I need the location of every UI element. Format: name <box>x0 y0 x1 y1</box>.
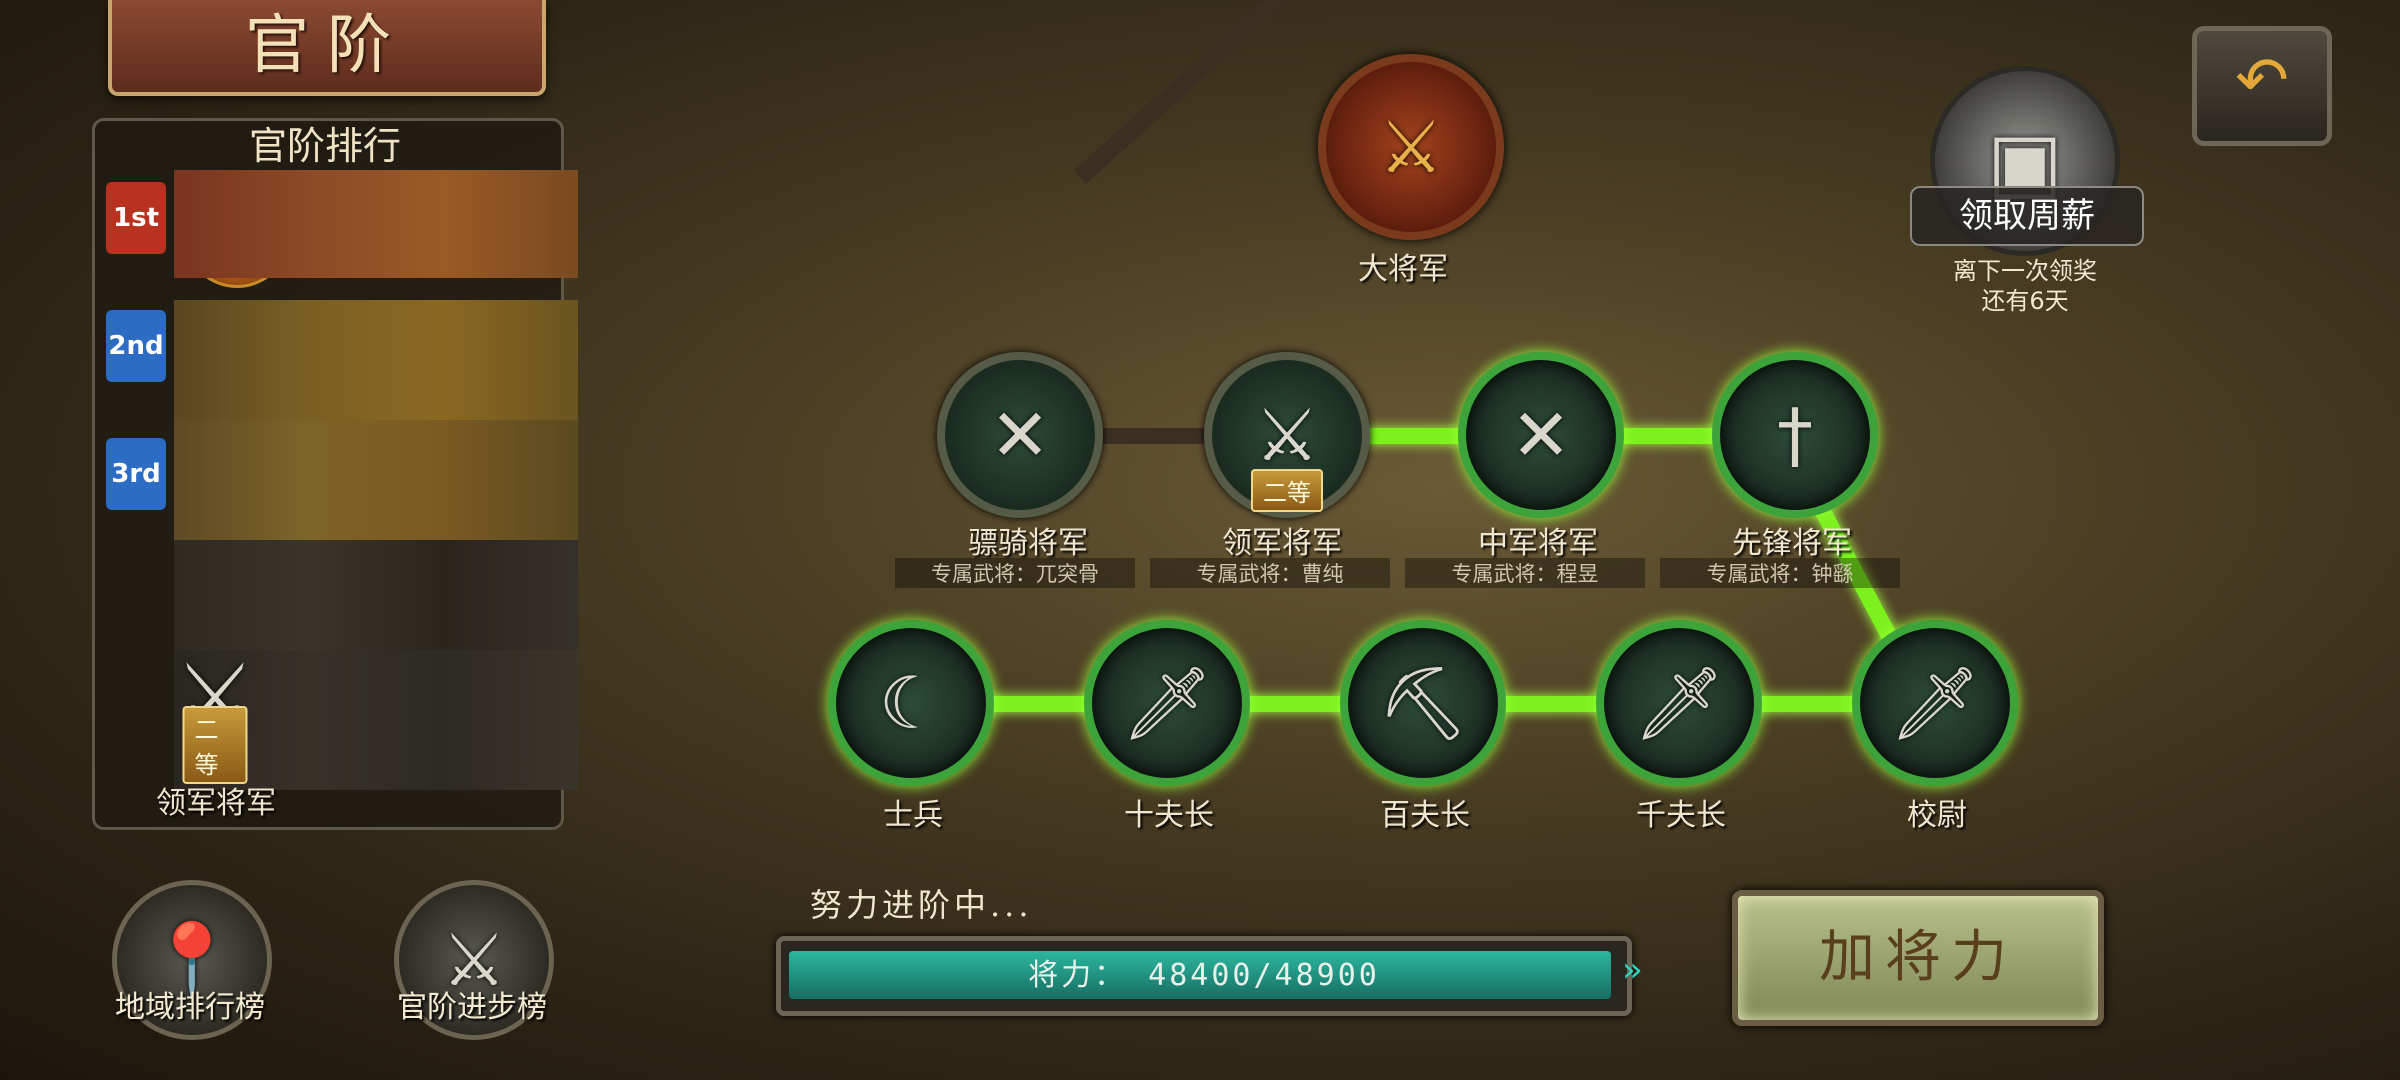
my-rank-grade: 二等 <box>182 706 248 784</box>
progress-status-label: 努力进阶中... <box>810 886 1033 924</box>
my-rank-name: 领军将军 <box>156 786 276 821</box>
node-rank-5[interactable]: 🗡 <box>1852 620 2018 786</box>
node-rank-5-label: 校尉 <box>1907 798 1967 833</box>
tree-link-top <box>1073 0 1309 184</box>
back-button[interactable]: ↶ <box>2192 26 2332 146</box>
node-general-3-exclusive: 专属武将：程昱 <box>1405 558 1645 588</box>
crossed-swords-icon: ✕ <box>989 393 1051 477</box>
node-grand-general[interactable]: ⚔ <box>1318 54 1504 240</box>
page-title-banner: 官阶 <box>108 0 546 96</box>
back-arrow-icon: ↶ <box>2235 44 2289 118</box>
node-rank-2-label: 十夫长 <box>1124 798 1214 833</box>
pickaxe-icon: ⛏ <box>1377 660 1469 745</box>
node-general-3-label: 中军将军 <box>1478 526 1598 561</box>
node-rank-2[interactable]: 🗡 <box>1084 620 1250 786</box>
node-general-1[interactable]: ✕ <box>937 352 1103 518</box>
progress-arrows-icon: » <box>1622 950 1643 990</box>
sword-icon: † <box>1777 393 1813 477</box>
redacted-name <box>174 300 578 420</box>
dagger-icon: 🗡 <box>1121 660 1213 745</box>
node-general-4-exclusive: 专属武将：钟繇 <box>1660 558 1900 588</box>
weekly-salary-countdown: 离下一次领奖 还有6天 <box>1953 257 2097 315</box>
node-rank-4-label: 千夫长 <box>1636 798 1726 833</box>
node-general-2-label: 领军将军 <box>1222 526 1342 561</box>
node-general-4-label: 先锋将军 <box>1732 526 1852 561</box>
node-general-3[interactable]: ✕ <box>1458 352 1624 518</box>
progress-rank-label: 官阶进步榜 <box>397 990 547 1025</box>
red-crest-icon: ⚔ <box>1378 105 1444 189</box>
node-rank-1-label: 士兵 <box>883 798 943 833</box>
sickle-icon: ☾ <box>878 661 944 745</box>
node-rank-1[interactable]: ☾ <box>828 620 994 786</box>
node-rank-3[interactable]: ⛏ <box>1340 620 1506 786</box>
medal-second-icon: 2nd <box>106 310 166 382</box>
crossed-swords-icon: ✕ <box>1510 393 1572 477</box>
page-title: 官阶 <box>245 9 409 83</box>
redacted-name <box>174 420 578 540</box>
node-rank-3-label: 百夫长 <box>1380 798 1470 833</box>
ranking-header: 官阶排行 <box>248 124 401 168</box>
redacted-name <box>174 170 578 278</box>
medal-third-icon: 3rd <box>106 438 166 510</box>
region-rank-label: 地域排行榜 <box>115 990 265 1025</box>
add-power-button[interactable]: 加将力 <box>1732 890 2104 1026</box>
node-general-1-exclusive: 专属武将：兀突骨 <box>895 558 1135 588</box>
medal-first-icon: 1st <box>106 182 166 254</box>
my-rank-emblem: ⚔ 二等 <box>150 612 280 784</box>
glaive-icon: 🗡 <box>1633 660 1725 745</box>
node-general-2-grade: 二等 <box>1251 469 1323 512</box>
broadsword-icon: 🗡 <box>1889 660 1981 745</box>
power-progress-text: 将力： 48400/48900 <box>1028 958 1380 993</box>
node-general-1-label: 骠骑将军 <box>968 526 1088 561</box>
node-general-4[interactable]: † <box>1712 352 1878 518</box>
node-general-2-exclusive: 专属武将：曹纯 <box>1150 558 1390 588</box>
node-rank-4[interactable]: 🗡 <box>1596 620 1762 786</box>
node-grand-general-label: 大将军 <box>1358 252 1448 287</box>
weekly-salary-label[interactable]: 领取周薪 <box>1910 186 2144 246</box>
power-progress-bar: 将力： 48400/48900 <box>776 936 1632 1016</box>
node-general-2[interactable]: ⚔ 二等 <box>1204 352 1370 518</box>
